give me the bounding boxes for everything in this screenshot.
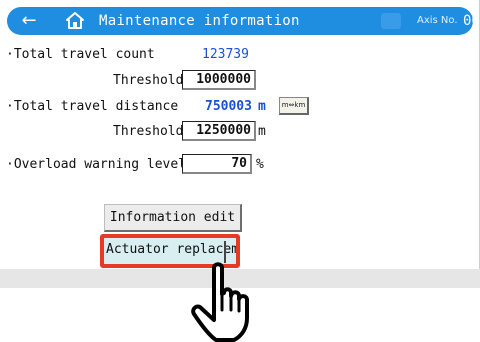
overload-label: ·Overload warning level	[6, 157, 187, 172]
home-icon[interactable]	[65, 11, 85, 31]
travel-distance-label: ·Total travel distance	[6, 99, 179, 114]
unit-toggle-button[interactable]: m⇔km	[279, 97, 309, 115]
actuator-replacement-label: Actuator replacem	[106, 242, 240, 257]
travel-count-label: ·Total travel count	[6, 47, 155, 62]
screen-frame: ← Maintenance information Axis No. 00 ·T…	[0, 0, 480, 342]
travel-distance-value: 750003	[205, 99, 252, 114]
maintenance-panel: ← Maintenance information Axis No. 00 ·T…	[0, 0, 480, 288]
axis-number: 00	[463, 13, 480, 29]
button-edge	[224, 241, 226, 263]
overload-level-field[interactable]: 70	[182, 154, 252, 174]
back-arrow-icon[interactable]: ←	[15, 10, 43, 32]
axis-icon	[381, 13, 401, 29]
travel-count-threshold-field[interactable]: 1000000	[182, 70, 256, 90]
pointing-hand-icon	[191, 262, 249, 342]
overload-unit: %	[256, 157, 264, 172]
travel-distance-threshold-field[interactable]: 1250000	[182, 121, 256, 141]
page-title: Maintenance information	[99, 13, 300, 29]
travel-distance-threshold-unit: m	[258, 124, 266, 139]
title-bar: ← Maintenance information Axis No. 00	[7, 7, 480, 35]
travel-count-value: 123739	[202, 47, 249, 62]
travel-distance-threshold-label: Threshold	[113, 124, 184, 139]
axis-label: Axis No.	[417, 15, 458, 26]
travel-distance-unit: m	[258, 99, 266, 114]
travel-count-threshold-label: Threshold	[113, 73, 184, 88]
information-edit-button[interactable]: Information edit	[104, 204, 242, 232]
